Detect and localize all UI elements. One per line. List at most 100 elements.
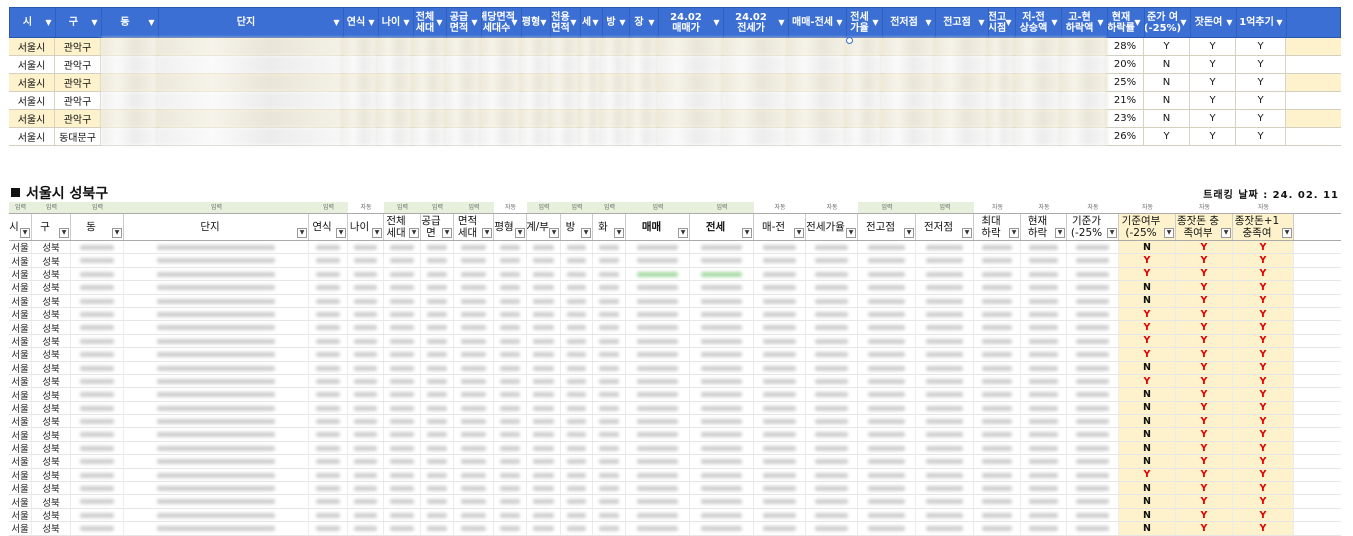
filter-dropdown-icon[interactable]: ▼ xyxy=(336,228,346,238)
filter-dropdown-icon[interactable]: ▼ xyxy=(1275,18,1284,27)
filter-dropdown-icon[interactable]: ▼ xyxy=(618,18,627,27)
filter-dropdown-icon[interactable]: ▼ xyxy=(332,18,341,27)
selection-handle-icon[interactable] xyxy=(846,37,853,44)
blurred-cell xyxy=(593,401,626,415)
filter-dropdown-icon[interactable]: ▼ xyxy=(470,18,479,27)
filter-dropdown-icon[interactable]: ▼ xyxy=(367,18,376,27)
filter-dropdown-icon[interactable]: ▼ xyxy=(1225,18,1234,27)
column-header-label: 단지 xyxy=(200,221,220,233)
filter-dropdown-icon[interactable]: ▼ xyxy=(435,18,444,27)
table-row[interactable]: 서울시 관악구 20% N Y Y xyxy=(9,56,1341,74)
filter-dropdown-icon[interactable]: ▼ xyxy=(712,18,721,27)
filter-dropdown-icon[interactable]: ▼ xyxy=(1179,18,1188,27)
filter-dropdown-icon[interactable]: ▼ xyxy=(794,228,804,238)
blurred-cell xyxy=(124,281,309,294)
filter-dropdown-icon[interactable]: ▼ xyxy=(846,228,856,238)
blurred-cell xyxy=(858,441,916,455)
table-row[interactable]: 서울 성북 N Y Y xyxy=(9,495,1341,509)
filter-dropdown-icon[interactable]: ▼ xyxy=(1164,228,1174,238)
table-row[interactable]: 서울 성북 N Y Y xyxy=(9,482,1341,496)
table-row[interactable]: 서울 성북 N Y Y xyxy=(9,455,1341,469)
filter-dropdown-icon[interactable]: ▼ xyxy=(59,228,69,238)
filter-dropdown-icon[interactable]: ▼ xyxy=(1009,228,1019,238)
table-row[interactable]: 서울 성북 N Y Y xyxy=(9,522,1341,536)
filter-dropdown-icon[interactable]: ▼ xyxy=(614,228,624,238)
blurred-cell xyxy=(561,361,593,374)
table-row[interactable]: 서울 성북 N Y Y xyxy=(9,441,1341,456)
table-row[interactable]: 서울 성북 N Y Y xyxy=(9,415,1341,429)
filter-dropdown-icon[interactable]: ▼ xyxy=(20,228,30,238)
cell-si: 서울 xyxy=(9,401,32,415)
blurred-cell xyxy=(527,321,561,334)
filter-dropdown-icon[interactable]: ▼ xyxy=(112,228,122,238)
input-auto-tag: 자동 xyxy=(504,204,517,211)
filter-dropdown-icon[interactable]: ▼ xyxy=(147,18,156,27)
table-row[interactable]: 서울 성북 N Y Y xyxy=(9,241,1341,255)
filter-dropdown-icon[interactable]: ▼ xyxy=(90,18,99,27)
filter-dropdown-icon[interactable]: ▼ xyxy=(777,18,786,27)
blurred-cell xyxy=(494,415,527,428)
filter-dropdown-icon[interactable]: ▼ xyxy=(515,228,525,238)
filter-dropdown-icon[interactable]: ▼ xyxy=(510,18,519,27)
blurred-cell xyxy=(580,92,602,109)
filter-dropdown-icon[interactable]: ▼ xyxy=(1096,18,1105,27)
filter-dropdown-icon[interactable]: ▼ xyxy=(569,18,578,27)
filter-dropdown-icon[interactable]: ▼ xyxy=(581,228,591,238)
filter-dropdown-icon[interactable]: ▼ xyxy=(44,18,53,27)
filter-dropdown-icon[interactable]: ▼ xyxy=(1050,18,1059,27)
table-row[interactable]: 서울시 관악구 23% N Y Y xyxy=(9,110,1341,128)
filter-dropdown-icon[interactable]: ▼ xyxy=(904,228,914,238)
filter-dropdown-icon[interactable]: ▼ xyxy=(1282,228,1292,238)
table-row[interactable]: 서울시 관악구 25% N Y Y xyxy=(9,74,1341,92)
filter-dropdown-icon[interactable]: ▼ xyxy=(372,228,382,238)
cell-money-flag: Y xyxy=(1190,56,1236,73)
table-row[interactable]: 서울 성북 Y Y Y xyxy=(9,468,1341,483)
table-row[interactable]: 서울 성북 N Y Y xyxy=(9,281,1341,295)
filter-dropdown-icon[interactable]: ▼ xyxy=(482,228,492,238)
table-row[interactable]: 서울 성북 N Y Y xyxy=(9,508,1341,523)
blurred-cell xyxy=(378,128,413,145)
filter-dropdown-icon[interactable]: ▼ xyxy=(1221,228,1231,238)
table-row[interactable]: 서울 성북 Y Y Y xyxy=(9,321,1341,335)
table-row[interactable]: 서울 성북 Y Y Y xyxy=(9,334,1341,349)
blurred-cell xyxy=(658,128,723,145)
table-row[interactable]: 서울 성북 N Y Y xyxy=(9,428,1341,442)
filter-dropdown-icon[interactable]: ▼ xyxy=(1004,18,1013,27)
table-row[interactable]: 서울 성북 N Y Y xyxy=(9,388,1341,402)
filter-dropdown-icon[interactable]: ▼ xyxy=(962,228,972,238)
filter-dropdown-icon[interactable]: ▼ xyxy=(409,228,419,238)
filter-dropdown-icon[interactable]: ▼ xyxy=(591,18,600,27)
filter-dropdown-icon[interactable]: ▼ xyxy=(678,228,688,238)
filter-dropdown-icon[interactable]: ▼ xyxy=(647,18,656,27)
table-row[interactable]: 서울시 관악구 28% Y Y Y xyxy=(9,38,1341,56)
table-row[interactable]: 서울 성북 Y Y Y xyxy=(9,254,1341,268)
blurred-cell xyxy=(527,281,561,294)
table-row[interactable]: 서울 성북 Y Y Y xyxy=(9,267,1341,282)
table-row[interactable]: 서울 성북 N Y Y xyxy=(9,294,1341,308)
filter-dropdown-icon[interactable]: ▼ xyxy=(742,228,752,238)
filter-dropdown-icon[interactable]: ▼ xyxy=(1133,18,1142,27)
blurred-cell xyxy=(348,334,384,348)
blurred-cell xyxy=(916,254,974,267)
table-row[interactable]: 서울시 관악구 21% N Y Y xyxy=(9,92,1341,110)
filter-dropdown-icon[interactable]: ▼ xyxy=(549,228,559,238)
table-row[interactable]: 서울시 동대문구 26% Y Y Y xyxy=(9,128,1341,146)
filter-dropdown-icon[interactable]: ▼ xyxy=(1107,228,1117,238)
filter-dropdown-icon[interactable]: ▼ xyxy=(297,228,307,238)
table-row[interactable]: 서울 성북 Y Y Y xyxy=(9,348,1341,362)
filter-dropdown-icon[interactable]: ▼ xyxy=(402,18,411,27)
table-row[interactable]: 서울 성북 N Y Y xyxy=(9,361,1341,375)
filter-dropdown-icon[interactable]: ▼ xyxy=(1055,228,1065,238)
filter-dropdown-icon[interactable]: ▼ xyxy=(977,18,986,27)
blurred-cell xyxy=(754,281,806,294)
table-row[interactable]: 서울 성북 Y Y Y xyxy=(9,374,1341,389)
column-header: 전고점 ▼ xyxy=(936,8,989,37)
blurred-cell xyxy=(723,92,788,109)
filter-dropdown-icon[interactable]: ▼ xyxy=(835,18,844,27)
table-row[interactable]: 서울 성북 N Y Y xyxy=(9,401,1341,416)
table-row[interactable]: 서울 성북 Y Y Y xyxy=(9,307,1341,322)
filter-dropdown-icon[interactable]: ▼ xyxy=(924,18,933,27)
filter-dropdown-icon[interactable]: ▼ xyxy=(442,228,452,238)
filter-dropdown-icon[interactable]: ▼ xyxy=(871,18,880,27)
filter-dropdown-icon[interactable]: ▼ xyxy=(539,18,548,27)
